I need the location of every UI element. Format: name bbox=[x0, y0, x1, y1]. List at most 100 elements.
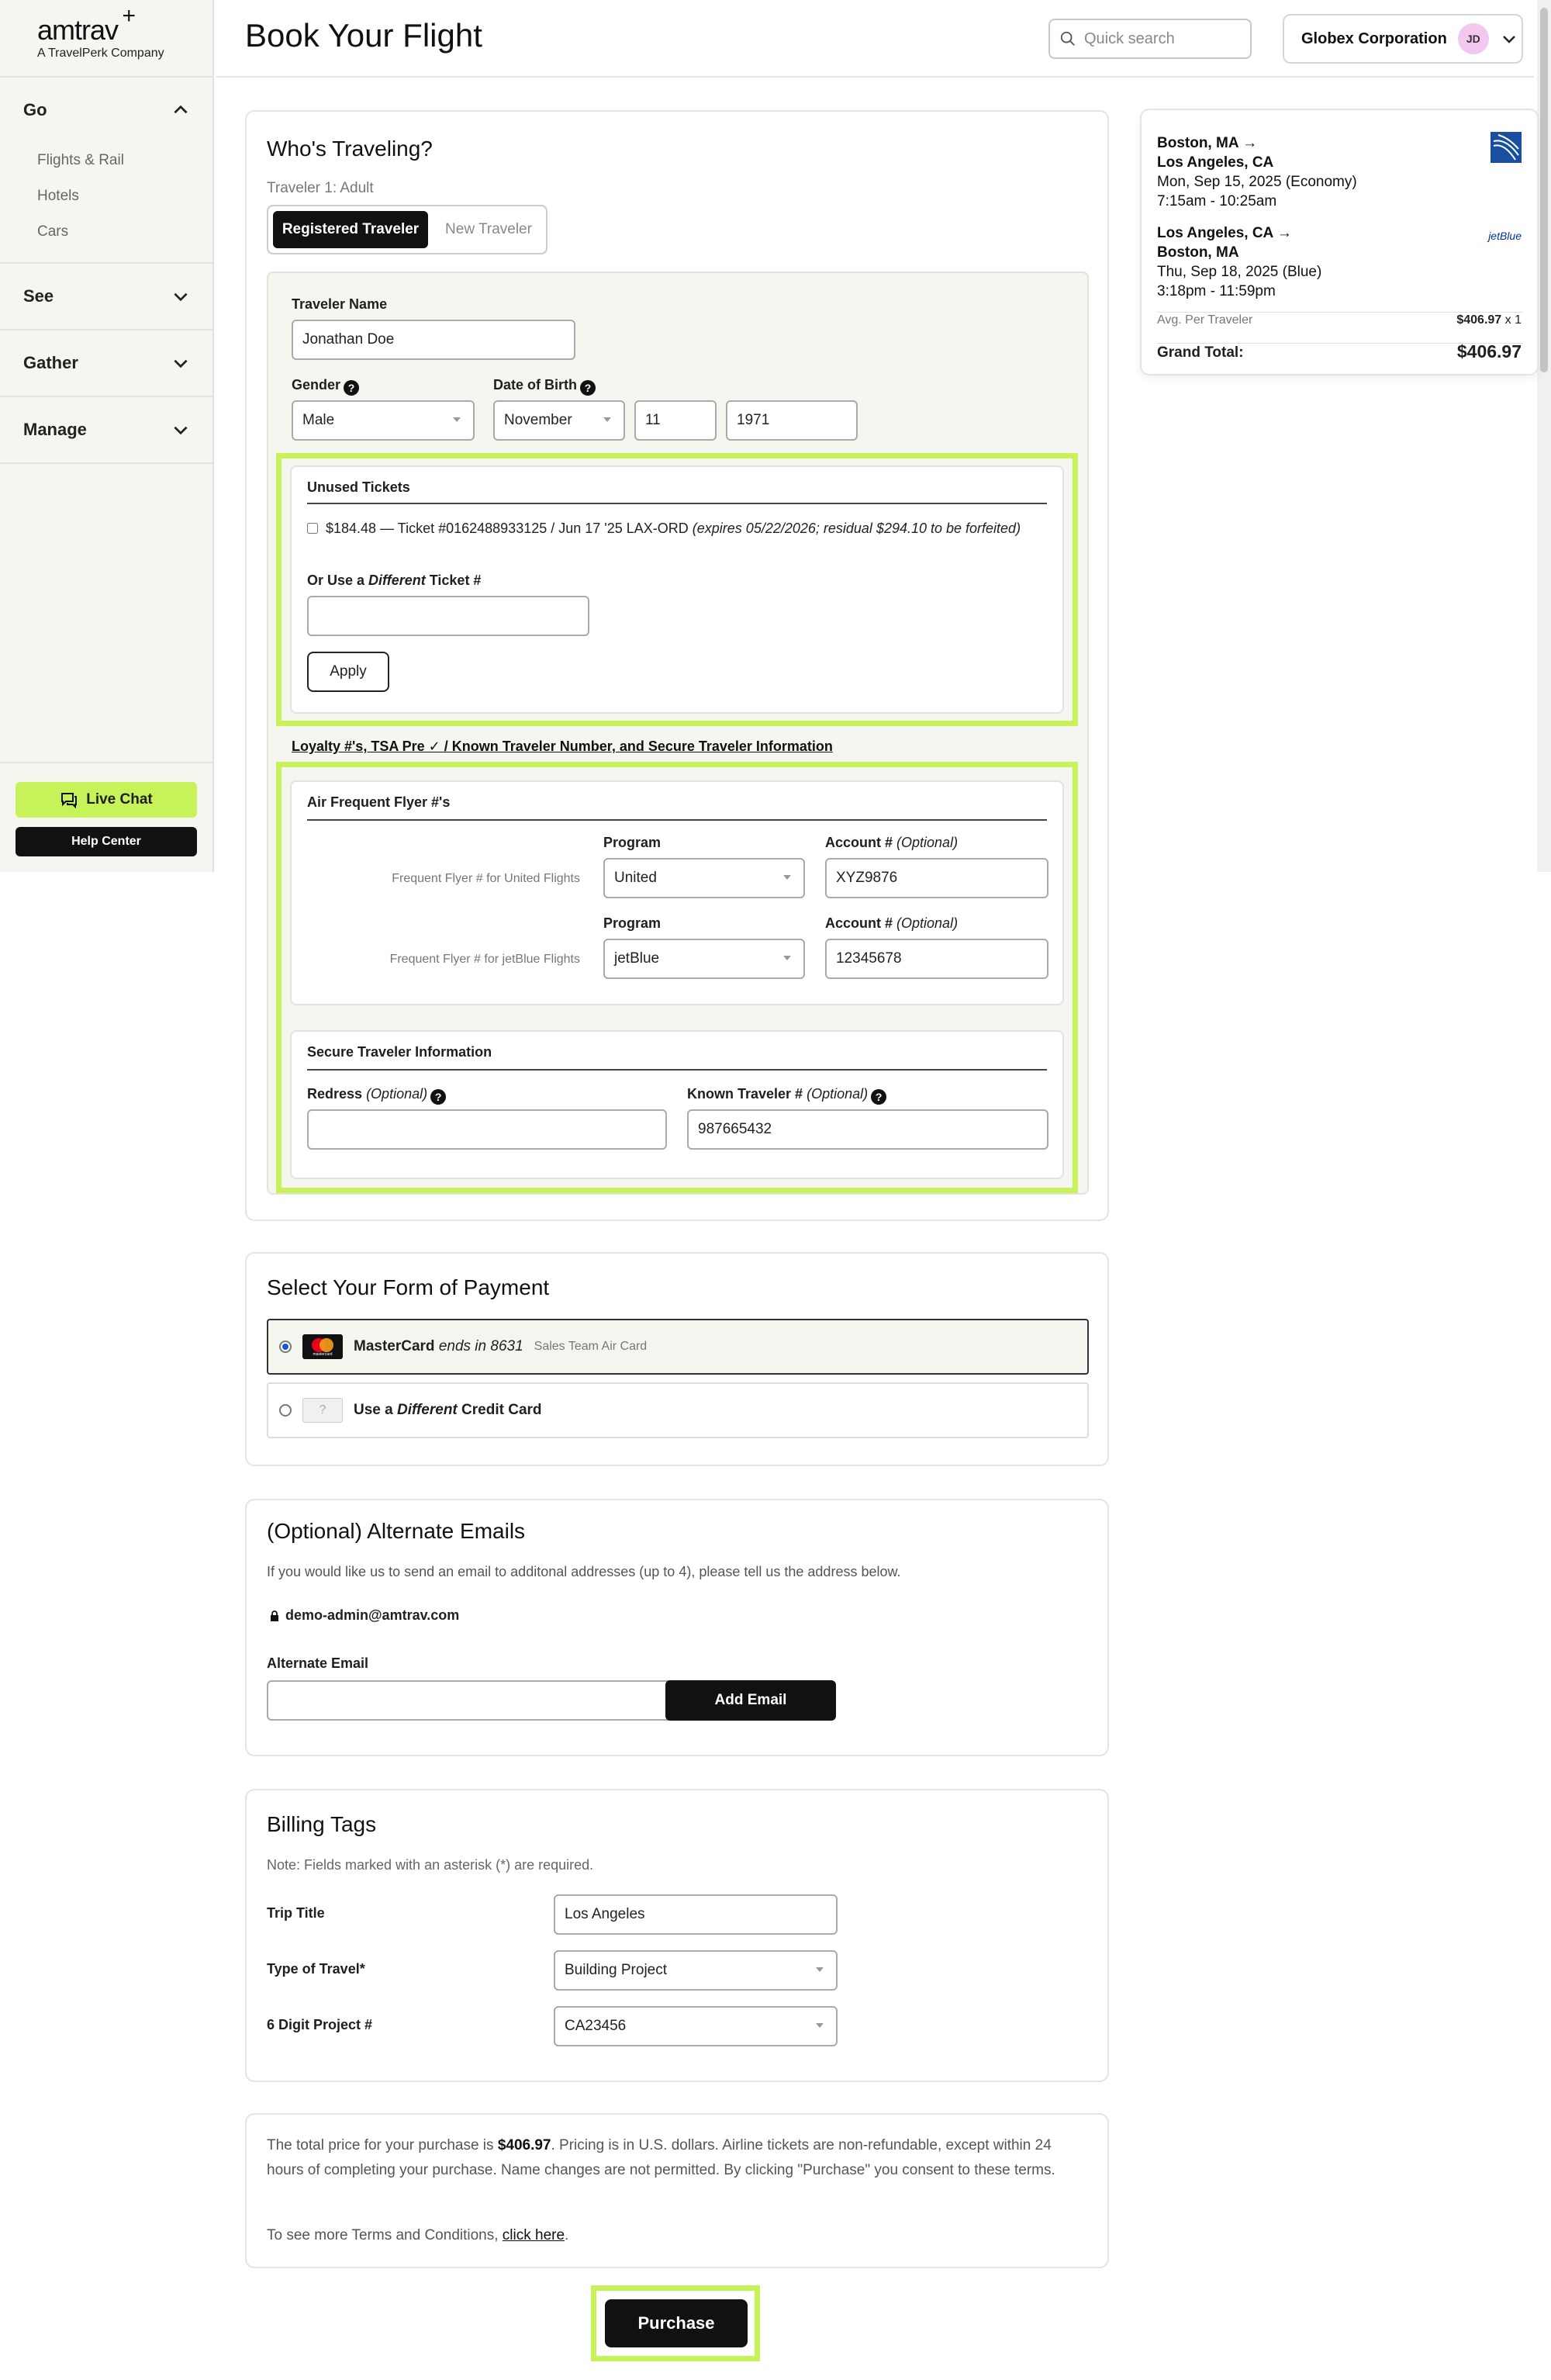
divider bbox=[307, 503, 1047, 504]
scrollbar[interactable] bbox=[1537, 0, 1551, 872]
purchase-button[interactable]: Purchase bbox=[605, 2299, 748, 2347]
add-email-button[interactable]: Add Email bbox=[665, 1680, 836, 1721]
apply-button[interactable]: Apply bbox=[307, 652, 389, 692]
live-chat-button[interactable]: Live Chat bbox=[16, 782, 197, 818]
divider bbox=[307, 819, 1047, 821]
sidebar: amtrav + A TravelPerk Company Go Flights … bbox=[0, 0, 214, 872]
card-tag: Sales Team Air Card bbox=[534, 1340, 648, 1353]
grand-total-label: Grand Total: bbox=[1157, 344, 1244, 361]
traveler-title: Who's Traveling? bbox=[267, 137, 433, 161]
loyalty-link[interactable]: Loyalty #'s, TSA Pre ✓ / Known Traveler … bbox=[292, 739, 833, 755]
nav-head-see[interactable]: See bbox=[0, 264, 212, 329]
chevron-down-icon bbox=[1502, 36, 1515, 43]
grand-total-value: $406.97 bbox=[1456, 341, 1522, 361]
payment-card: Select Your Form of Payment mastercard M… bbox=[245, 1252, 1109, 1466]
sidebar-item-flights-rail[interactable]: Flights & Rail bbox=[37, 143, 212, 178]
nav-section-go: Go Flights & Rail Hotels Cars bbox=[0, 78, 212, 264]
lock-icon bbox=[271, 1610, 278, 1621]
unknown-card-icon: ? bbox=[302, 1398, 343, 1423]
avatar: JD bbox=[1457, 23, 1489, 54]
divider bbox=[1157, 312, 1523, 313]
dob-year-input[interactable]: 1971 bbox=[726, 400, 858, 441]
leg-outbound: Boston, MA → Los Angeles, CA Mon, Sep 15… bbox=[1157, 135, 1357, 209]
payment-title: Select Your Form of Payment bbox=[267, 1275, 550, 1299]
org-switcher[interactable]: Globex Corporation JD bbox=[1283, 14, 1523, 64]
jetblue-logo-icon: jetBlue bbox=[1488, 230, 1522, 242]
tab-registered-traveler[interactable]: Registered Traveler bbox=[273, 211, 428, 248]
nav-head-gather[interactable]: Gather bbox=[0, 330, 212, 396]
account-label: Account # (Optional) bbox=[825, 915, 959, 931]
program-label: Program bbox=[603, 835, 662, 850]
payment-option-mastercard[interactable]: mastercard MasterCard ends in 8631 Sales… bbox=[267, 1319, 1089, 1375]
ff-program-select-united[interactable]: United bbox=[603, 858, 805, 898]
flight-summary: Boston, MA → Los Angeles, CA Mon, Sep 15… bbox=[1140, 109, 1539, 375]
dob-month-select[interactable]: November bbox=[493, 400, 625, 441]
gender-select[interactable]: Male bbox=[292, 400, 475, 441]
payment-radio-different[interactable] bbox=[279, 1404, 292, 1417]
traveler-card: Who's Traveling? Traveler 1: Adult Regis… bbox=[245, 110, 1109, 1221]
trip-title-input[interactable]: Los Angeles bbox=[554, 1894, 838, 1935]
traveler-label: Traveler 1: Adult bbox=[267, 180, 374, 196]
different-ticket-input[interactable] bbox=[307, 596, 589, 636]
different-card-label: Use a Different Credit Card bbox=[354, 1402, 542, 1418]
top-header: Book Your Flight Globex Corporation JD bbox=[216, 0, 1534, 78]
sidebar-item-hotels[interactable]: Hotels bbox=[37, 178, 212, 214]
traveler-name-label: Traveler Name bbox=[292, 296, 388, 312]
ticket-note: (expires 05/22/2026; residual $294.10 to… bbox=[692, 521, 1021, 536]
chat-icon bbox=[61, 793, 78, 808]
tab-new-traveler[interactable]: New Traveler bbox=[433, 211, 544, 248]
terms-link[interactable]: click here bbox=[503, 2227, 565, 2243]
program-label: Program bbox=[603, 915, 662, 931]
unused-ticket-checkbox[interactable] bbox=[307, 523, 318, 534]
quick-search[interactable] bbox=[1048, 19, 1252, 59]
nav-section-gather: Gather bbox=[0, 330, 212, 397]
chevron-down-icon bbox=[174, 359, 188, 368]
gender-label: Gender? bbox=[292, 377, 360, 396]
help-icon[interactable]: ? bbox=[580, 380, 596, 396]
sidebar-item-cars[interactable]: Cars bbox=[37, 214, 212, 250]
search-icon bbox=[1060, 31, 1075, 46]
alternate-emails-card: (Optional) Alternate Emails If you would… bbox=[245, 1499, 1109, 1756]
brand-logo[interactable]: amtrav + A TravelPerk Company bbox=[0, 0, 212, 78]
emails-description: If you would like us to send an email to… bbox=[267, 1564, 901, 1579]
divider bbox=[307, 1069, 1047, 1071]
united-logo-icon bbox=[1491, 132, 1522, 163]
dob-label: Date of Birth? bbox=[493, 377, 596, 396]
mastercard-wordmark: mastercard bbox=[313, 1352, 333, 1357]
sidebar-support: Live Chat Help Center bbox=[0, 762, 212, 856]
locked-email: demo-admin@amtrav.com bbox=[270, 1607, 459, 1624]
chevron-down-icon bbox=[174, 426, 188, 435]
traveler-name-input[interactable]: Jonathan Doe bbox=[292, 320, 575, 360]
dob-day-input[interactable]: 11 bbox=[634, 400, 717, 441]
payment-option-different-card[interactable]: ? Use a Different Credit Card bbox=[267, 1382, 1089, 1438]
billing-tags-card: Billing Tags Note: Fields marked with an… bbox=[245, 1789, 1109, 2082]
help-icon[interactable]: ? bbox=[344, 380, 360, 396]
brand-name: amtrav bbox=[37, 14, 119, 46]
project-number-select[interactable]: CA23456 bbox=[554, 2006, 838, 2046]
payment-radio-mastercard[interactable] bbox=[279, 1340, 292, 1353]
type-of-travel-select[interactable]: Building Project bbox=[554, 1950, 838, 1991]
ff-account-input-united[interactable]: XYZ9876 bbox=[825, 858, 1048, 898]
brand-tagline: A TravelPerk Company bbox=[37, 47, 164, 60]
scrollbar-thumb[interactable] bbox=[1540, 8, 1548, 372]
terms-more: To see more Terms and Conditions, click … bbox=[267, 2227, 569, 2243]
mastercard-icon: mastercard bbox=[302, 1334, 343, 1359]
ff-caption-jetblue: Frequent Flyer # for jetBlue Flights bbox=[389, 953, 580, 966]
redress-input[interactable] bbox=[307, 1109, 667, 1150]
search-input[interactable] bbox=[1084, 29, 1239, 48]
ff-program-select-jetblue[interactable]: jetBlue bbox=[603, 939, 805, 979]
help-icon[interactable]: ? bbox=[871, 1089, 887, 1105]
nav-section-see: See bbox=[0, 264, 212, 330]
brand-plus: + bbox=[122, 3, 136, 29]
org-name: Globex Corporation bbox=[1301, 29, 1447, 47]
nav-head-go[interactable]: Go bbox=[0, 78, 212, 143]
alt-email-input[interactable] bbox=[267, 1680, 670, 1721]
nav-head-manage[interactable]: Manage bbox=[0, 397, 212, 462]
known-traveler-input[interactable]: 987665432 bbox=[687, 1109, 1048, 1150]
help-center-button[interactable]: Help Center bbox=[16, 827, 197, 856]
type-of-travel-label: Type of Travel* bbox=[267, 1961, 365, 1977]
avg-value: $406.97 x 1 bbox=[1456, 313, 1522, 327]
ff-account-input-jetblue[interactable]: 12345678 bbox=[825, 939, 1048, 979]
page-title: Book Your Flight bbox=[245, 17, 482, 54]
help-icon[interactable]: ? bbox=[430, 1089, 447, 1105]
